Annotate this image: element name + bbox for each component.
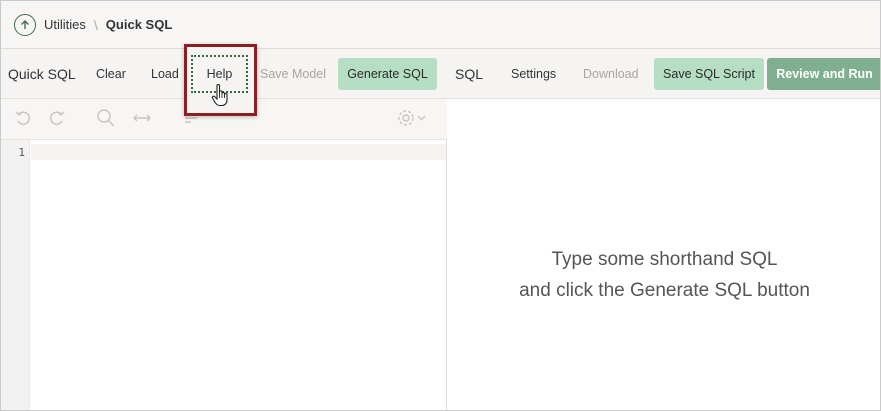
download-button[interactable]: Download [583,49,639,99]
quick-sql-window: Utilities \ Quick SQL Quick SQL Clear Lo… [0,0,881,411]
undo-icon[interactable] [13,108,33,133]
sql-pane-title: SQL [455,66,484,82]
hand-cursor-icon [211,83,231,112]
save-sql-script-button[interactable]: Save SQL Script [654,58,764,90]
sql-output-pane: Type some shorthand SQL and click the Ge… [447,99,880,410]
main-toolbar: Quick SQL Clear Load Save Model Generate… [1,49,880,99]
shorthand-editor[interactable]: 1 [1,99,447,410]
breadcrumb-separator: \ [93,16,98,33]
empty-state-line-1: Type some shorthand SQL [551,249,778,270]
breadcrumb-utilities-link[interactable]: Utilities [44,17,86,32]
empty-state-message: Type some shorthand SQL and click the Ge… [447,244,880,306]
arrow-up-circle-icon[interactable] [14,13,36,36]
replace-icon[interactable] [132,108,152,133]
line-number-gutter: 1 [1,140,30,410]
load-button[interactable]: Load [151,49,179,99]
settings-button[interactable]: Settings [511,49,556,99]
clear-button[interactable]: Clear [96,49,126,99]
generate-sql-button[interactable]: Generate SQL [338,58,437,90]
review-and-run-button[interactable]: Review and Run [767,58,880,90]
search-icon[interactable] [96,108,116,133]
save-model-button[interactable]: Save Model [260,49,326,99]
editor-pane-title: Quick SQL [8,66,76,82]
breadcrumb-current: Quick SQL [105,17,173,32]
empty-state-line-2: and click the Generate SQL button [519,280,810,301]
breadcrumb: Utilities \ Quick SQL [1,1,880,49]
settings-gear-icon[interactable] [397,108,429,133]
redo-icon[interactable] [47,108,67,133]
line-number: 1 [18,146,25,159]
active-line-highlight [31,144,446,160]
